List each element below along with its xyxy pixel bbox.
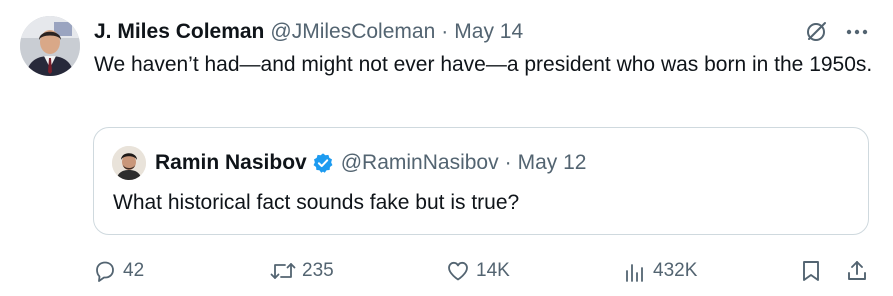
quote-author-handle[interactable]: @RaminNasibov bbox=[341, 151, 499, 175]
views-count: 432K bbox=[653, 260, 698, 281]
share-icon bbox=[845, 259, 869, 283]
analytics-icon bbox=[623, 259, 647, 283]
quote-author-name[interactable]: Ramin Nasibov bbox=[155, 151, 307, 175]
quoted-tweet[interactable]: Ramin Nasibov @RaminNasibov · May 12 Wha… bbox=[93, 127, 869, 235]
heart-icon bbox=[446, 259, 470, 283]
views-button[interactable]: 432K bbox=[623, 256, 697, 286]
bookmark-icon bbox=[799, 259, 823, 283]
tweet-date[interactable]: May 14 bbox=[454, 20, 523, 44]
quote-header: Ramin Nasibov @RaminNasibov · May 12 bbox=[155, 149, 586, 177]
reply-count: 42 bbox=[123, 260, 145, 281]
repost-button[interactable]: 235 bbox=[270, 256, 334, 286]
quote-date[interactable]: May 12 bbox=[518, 151, 587, 175]
reply-button[interactable]: 42 bbox=[93, 256, 144, 286]
like-count: 14K bbox=[476, 260, 510, 281]
tweet-header: J. Miles Coleman @JMilesColeman · May 14 bbox=[94, 18, 523, 46]
verified-badge-icon bbox=[311, 151, 335, 175]
grok-icon[interactable] bbox=[802, 18, 830, 46]
like-button[interactable]: 14K bbox=[446, 256, 510, 286]
bookmark-button[interactable] bbox=[799, 256, 829, 286]
quote-author-avatar[interactable] bbox=[112, 146, 146, 180]
share-button[interactable] bbox=[845, 256, 875, 286]
header-separator: · bbox=[441, 20, 449, 43]
reply-icon bbox=[93, 259, 117, 283]
repost-icon bbox=[270, 259, 296, 283]
more-icon[interactable] bbox=[843, 18, 871, 46]
quote-header-separator: · bbox=[504, 151, 512, 174]
author-name[interactable]: J. Miles Coleman bbox=[94, 20, 264, 44]
author-handle[interactable]: @JMilesColeman bbox=[270, 20, 435, 44]
repost-count: 235 bbox=[302, 260, 334, 281]
tweet-text: We haven’t had—and might not ever have—a… bbox=[94, 53, 873, 76]
tweet[interactable]: J. Miles Coleman @JMilesColeman · May 14… bbox=[0, 0, 893, 296]
author-avatar[interactable] bbox=[20, 16, 80, 76]
quote-text: What historical fact sounds fake but is … bbox=[113, 191, 520, 214]
